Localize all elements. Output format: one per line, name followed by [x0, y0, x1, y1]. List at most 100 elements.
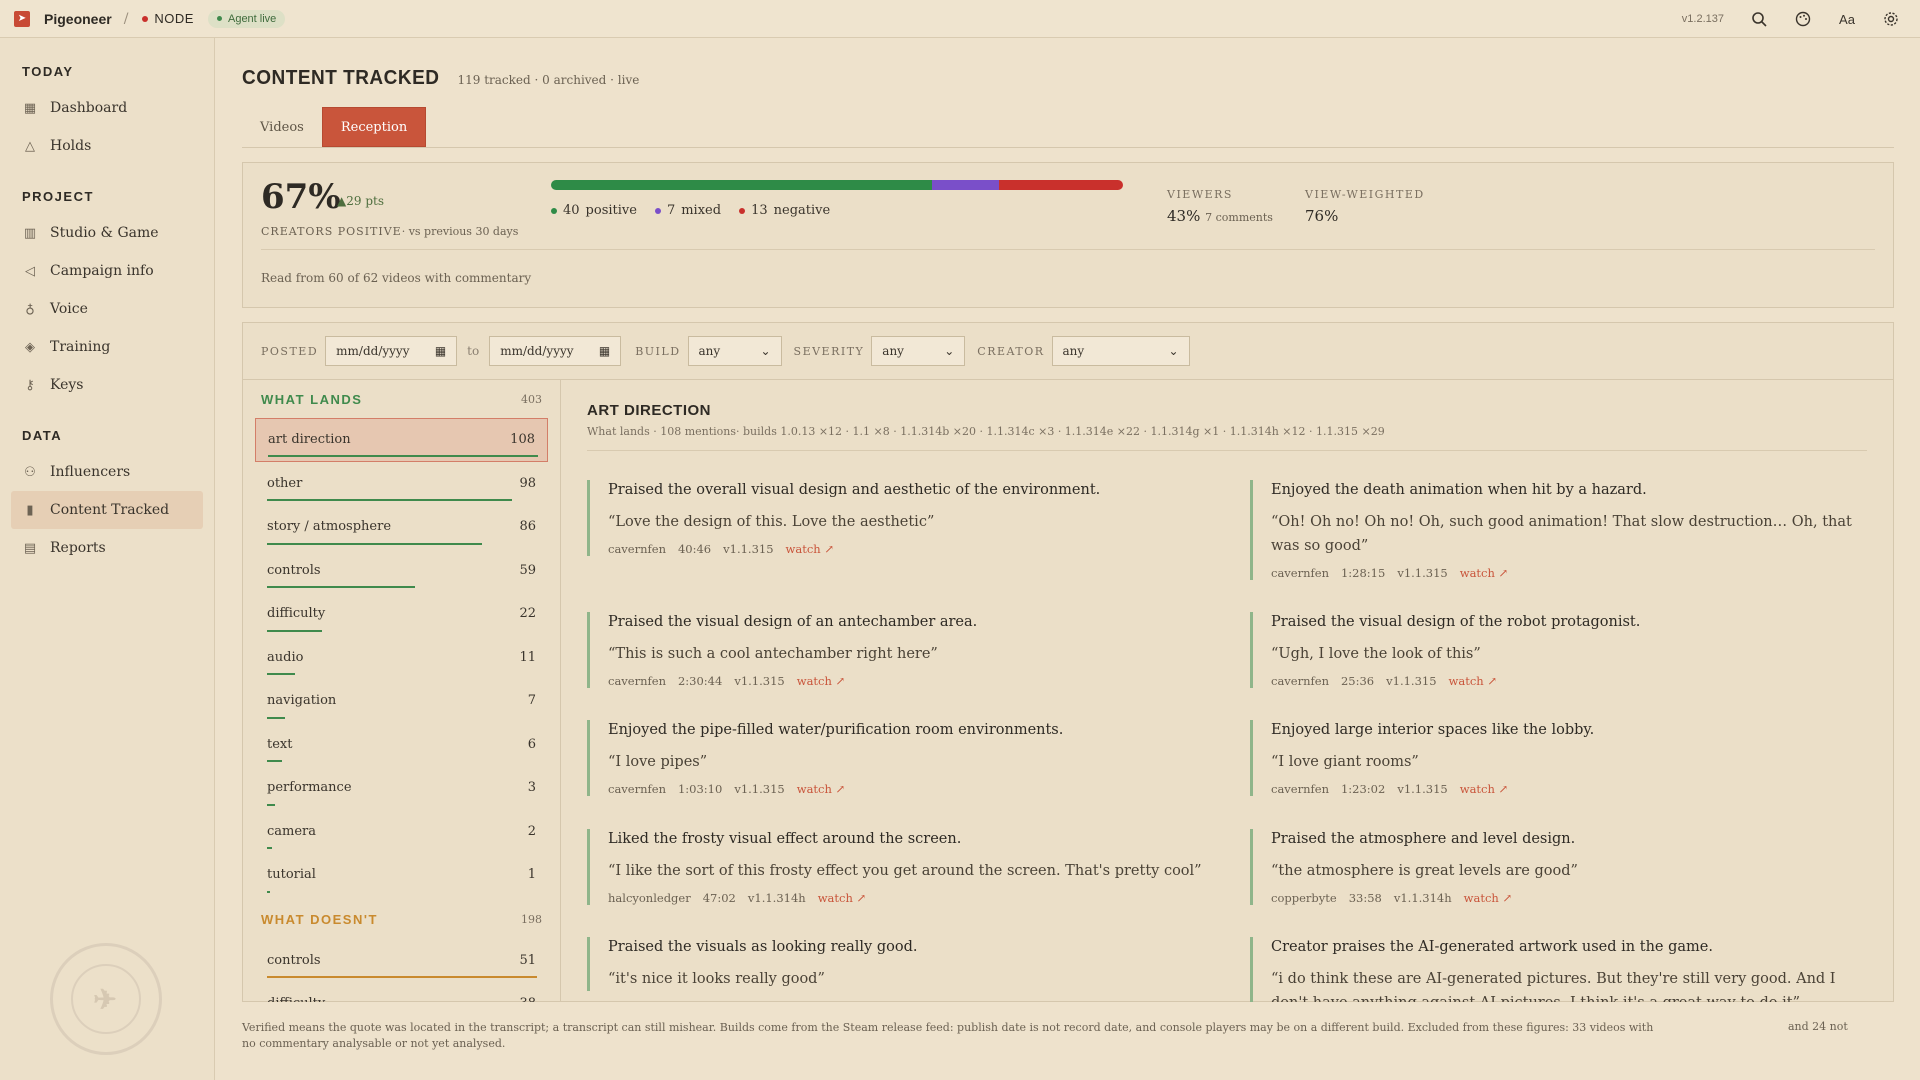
quote-creator: cavernfen	[608, 674, 666, 688]
negative-count: 13	[751, 203, 768, 218]
sidebar-section-title: PROJECT	[22, 189, 94, 204]
document-icon: ▤	[23, 540, 37, 556]
sentiment-bar-negative	[999, 180, 1123, 190]
quote-meta: cavernfen 2:30:44 v1.1.315 watch ↗	[608, 674, 1207, 688]
category-row[interactable]: controls 59	[255, 549, 548, 593]
app-version: v1.2.137	[1681, 13, 1724, 25]
watch-link[interactable]: watch ↗	[1449, 674, 1497, 688]
posted-to-date-input[interactable]: mm/dd/yyyy ▦	[489, 336, 622, 366]
category-row[interactable]: text 6	[255, 723, 548, 767]
quote-creator: cavernfen	[608, 542, 666, 556]
tab-bar: Videos Reception	[242, 107, 1894, 148]
watch-link[interactable]: watch ↗	[818, 891, 866, 905]
brand-name[interactable]: Pigeoneer	[44, 11, 112, 27]
key-icon: ⚷	[25, 377, 35, 393]
quote-card: Praised the overall visual design and ae…	[587, 480, 1207, 556]
mixed-dot	[654, 208, 661, 214]
sidebar-item-keys[interactable]: ⚷ Keys	[11, 366, 203, 404]
font-size-icon[interactable]: Aa	[1838, 10, 1856, 28]
tab-reception[interactable]: Reception	[321, 107, 427, 147]
watch-link[interactable]: watch ↗	[797, 782, 845, 796]
quote-text: “I love pipes”	[608, 754, 708, 770]
search-icon[interactable]	[1750, 10, 1768, 28]
quote-card: Liked the frosty visual effect around th…	[587, 829, 1207, 905]
quote-creator: cavernfen	[608, 782, 666, 796]
severity-select-value: any	[882, 344, 904, 358]
sidebar-item-influencers[interactable]: ⚇ Influencers	[11, 453, 203, 491]
viewers-stat: 43% 7 comments	[1167, 207, 1273, 225]
sidebar-item-voice[interactable]: ♁ Voice	[11, 290, 203, 328]
sidebar-item-campaign-info[interactable]: ◁ Campaign info	[11, 252, 203, 290]
category-bar	[267, 542, 482, 545]
category-row[interactable]: art direction 108	[255, 418, 548, 462]
quote-headline: Praised the visual design of an antecham…	[608, 614, 978, 630]
posted-from-date-input[interactable]: mm/dd/yyyy ▦	[325, 336, 458, 366]
quote-build: v1.1.315	[1397, 566, 1448, 580]
watch-link[interactable]: watch ↗	[1460, 566, 1508, 580]
category-row[interactable]: navigation 7	[255, 679, 548, 723]
watch-link[interactable]: watch ↗	[797, 674, 845, 688]
quote-meta: copperbyte 33:58 v1.1.314h watch ↗	[1271, 891, 1870, 905]
watch-link[interactable]: watch ↗	[786, 542, 834, 556]
category-row[interactable]: difficulty 38	[255, 982, 548, 1002]
date-placeholder: mm/dd/yyyy	[500, 344, 574, 358]
creator-select[interactable]: any ⌄	[1051, 336, 1190, 366]
sidebar-item-dashboard[interactable]: ▦ Dashboard	[11, 89, 203, 127]
quote-text: “it's nice it looks really good”	[608, 971, 825, 987]
category-row[interactable]: camera 2	[255, 810, 548, 854]
sidebar-item-label: Influencers	[50, 464, 131, 480]
sidebar-section-project: PROJECT ▥ Studio & Game ◁ Campaign info ♁ V…	[11, 189, 203, 404]
creators-positive-percent: 67%	[261, 177, 341, 217]
sidebar-item-studio-game[interactable]: ▥ Studio & Game	[11, 214, 203, 252]
detail-subtitle: What lands · 108 mentions· builds 1.0.13…	[587, 425, 1867, 451]
quote-card: Praised the atmosphere and level design.…	[1250, 829, 1870, 905]
quote-timestamp: 1:28:15	[1340, 566, 1386, 580]
calendar-icon: ▦	[598, 344, 611, 358]
sidebar-item-label: Studio & Game	[50, 225, 159, 241]
category-count: 11	[519, 649, 536, 665]
gear-icon[interactable]	[1882, 10, 1900, 28]
category-row[interactable]: difficulty 22	[255, 592, 548, 636]
page-title: CONTENT TRACKED	[242, 67, 440, 90]
build-label: BUILD	[635, 344, 681, 358]
category-row[interactable]: story / atmosphere 86	[255, 505, 548, 549]
category-bar	[267, 847, 272, 849]
category-row[interactable]: performance 3	[255, 766, 548, 810]
category-row[interactable]: audio 11	[255, 636, 548, 680]
tab-videos[interactable]: Videos	[242, 107, 322, 147]
positive-dot	[551, 208, 557, 214]
sidebar-section-title: TODAY	[22, 64, 74, 79]
grid-icon: ▦	[23, 100, 37, 116]
quote-text: “i do think these are AI-generated pictu…	[1271, 971, 1836, 1002]
sidebar-item-content-tracked[interactable]: ▮ Content Tracked	[11, 491, 203, 529]
warning-icon: △	[25, 138, 35, 154]
watch-link[interactable]: watch ↗	[1464, 891, 1512, 905]
palette-icon[interactable]	[1794, 10, 1812, 28]
quote-card: Praised the visual design of an antecham…	[587, 612, 1207, 688]
sidebar-item-training[interactable]: ◈ Training	[11, 328, 203, 366]
category-row[interactable]: controls 51	[255, 939, 548, 983]
category-count: 7	[527, 693, 536, 709]
app-logo[interactable]: ➤	[14, 10, 30, 27]
build-select[interactable]: any ⌄	[687, 336, 782, 366]
mixed-label: mixed	[681, 203, 722, 218]
what-lands-rows: art direction 108 other 98 story / atmospher…	[243, 418, 560, 897]
quote-headline: Praised the atmosphere and level design.	[1271, 831, 1576, 847]
quote-text: “I love giant rooms”	[1271, 754, 1419, 770]
quote-text: “Love the design of this. Love the aesth…	[608, 514, 935, 530]
watch-link[interactable]: watch ↗	[1460, 782, 1508, 796]
main-content: CONTENT TRACKED 119 tracked · 0 archived…	[242, 38, 1894, 1038]
sidebar-item-holds[interactable]: △ Holds	[11, 127, 203, 165]
positive-delta: ▲29 pts	[337, 194, 384, 208]
node-indicator[interactable]: NODE	[142, 11, 194, 26]
sidebar-item-reports[interactable]: ▤ Reports	[11, 529, 203, 567]
severity-select[interactable]: any ⌄	[871, 336, 966, 366]
category-row[interactable]: other 98	[255, 462, 548, 506]
category-label: story / atmosphere	[267, 519, 392, 535]
quote-creator: cavernfen	[1271, 782, 1329, 796]
sidebar-item-label: Content Tracked	[50, 502, 170, 518]
category-bar	[268, 454, 538, 457]
category-row[interactable]: tutorial 1	[255, 853, 548, 897]
positive-label-text: CREATORS POSITIVE	[261, 225, 402, 238]
graduation-icon: ◈	[25, 339, 35, 355]
